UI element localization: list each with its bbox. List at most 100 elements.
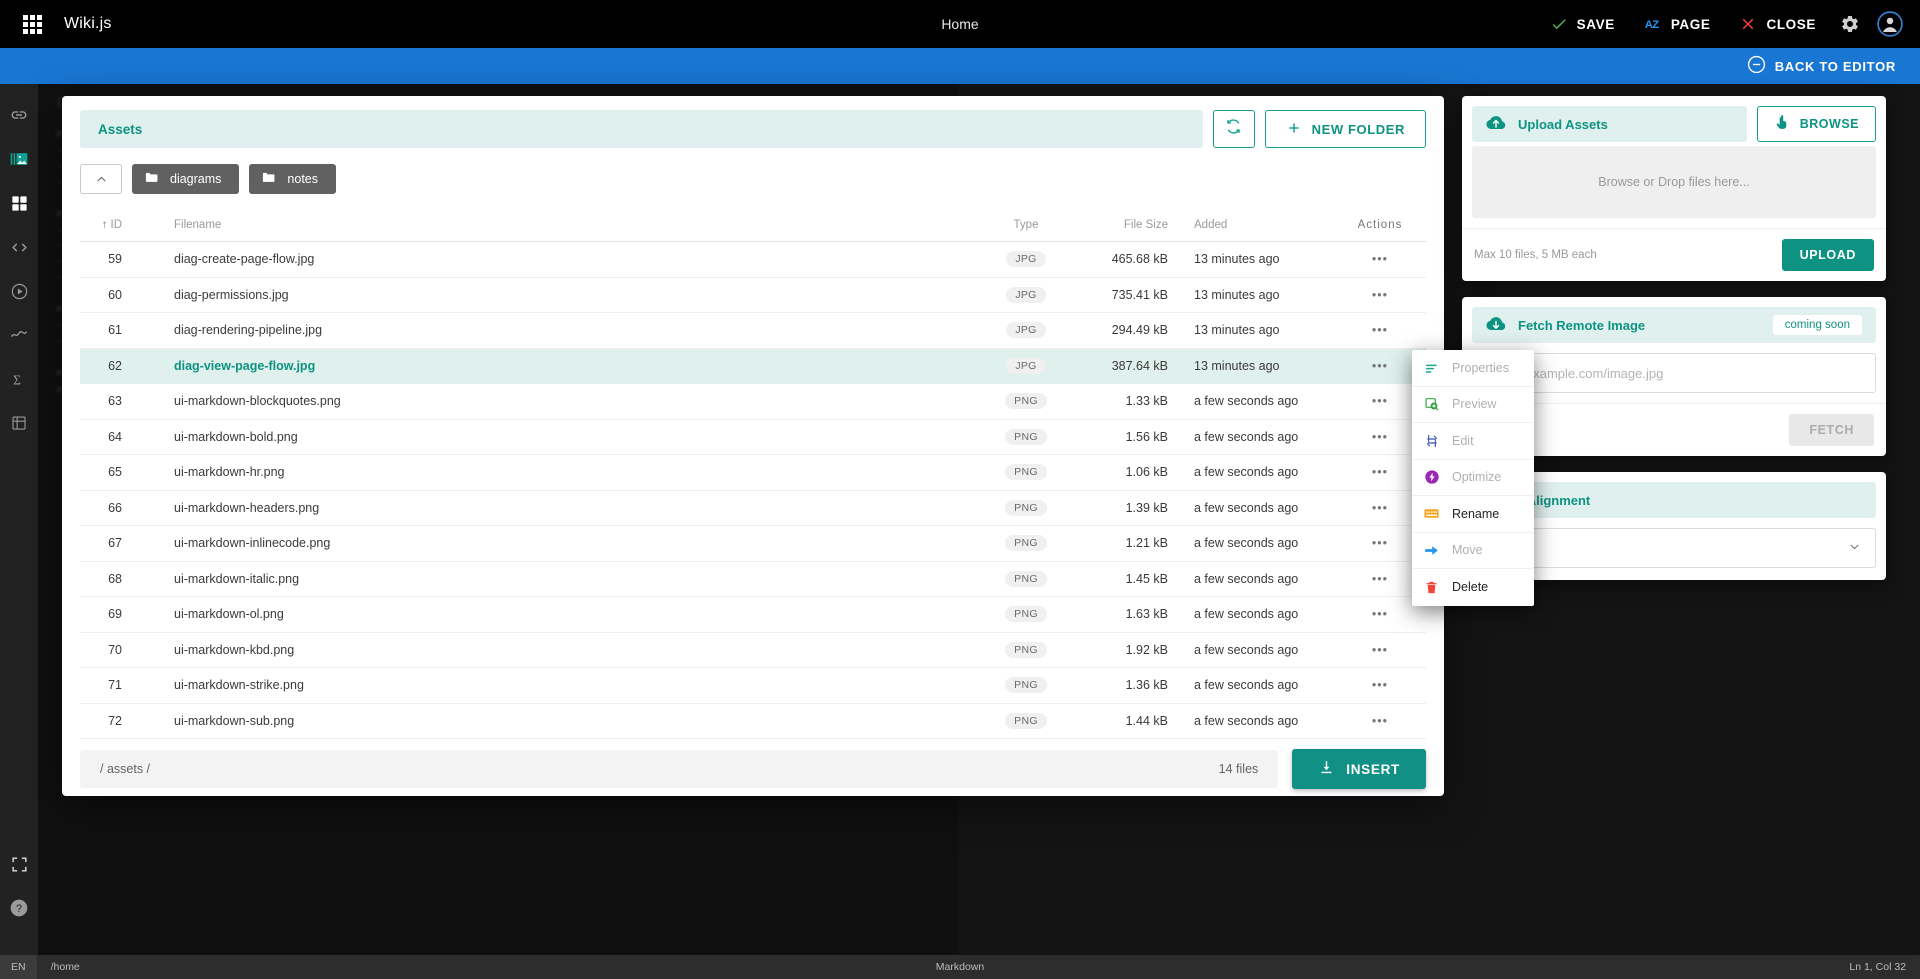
col-filesize[interactable]: File Size	[1072, 219, 1184, 231]
table-row[interactable]: 65 ui-markdown-hr.png PNG 1.06 kB a few …	[80, 455, 1426, 491]
cell-id: 63	[108, 394, 122, 409]
save-button[interactable]: SAVE	[1535, 8, 1629, 40]
upload-button[interactable]: UPLOAD	[1781, 239, 1874, 271]
row-actions-button[interactable]: •••	[1334, 714, 1426, 728]
table-row[interactable]: 66 ui-markdown-headers.png PNG 1.39 kB a…	[80, 491, 1426, 526]
table-row[interactable]: 68 ui-markdown-italic.png PNG 1.45 kB a …	[80, 562, 1426, 597]
account-circle-icon[interactable]	[1870, 4, 1910, 44]
context-menu-item[interactable]: Delete	[1412, 569, 1534, 606]
asset-manager-footer: / assets / 14 files INSERT	[62, 739, 1444, 805]
context-menu-item[interactable]: Optimize	[1412, 460, 1534, 496]
context-menu-label: Move	[1452, 543, 1483, 558]
row-actions-button[interactable]: •••	[1334, 678, 1426, 692]
fetch-button[interactable]: FETCH	[1789, 414, 1874, 446]
context-menu-label: Delete	[1452, 580, 1489, 595]
folder-chip[interactable]: notes	[249, 164, 337, 194]
table-row[interactable]: 70 ui-markdown-kbd.png PNG 1.92 kB a few…	[80, 633, 1426, 668]
cell-added: a few seconds ago	[1194, 607, 1299, 622]
context-menu-item[interactable]: Preview	[1412, 387, 1534, 423]
file-count: 14 files	[1218, 762, 1259, 776]
folder-up-button[interactable]	[80, 164, 122, 194]
type-badge: JPG	[1006, 357, 1046, 374]
insert-button[interactable]: INSERT	[1292, 749, 1426, 789]
video-icon[interactable]	[6, 278, 32, 304]
cell-added: a few seconds ago	[1194, 500, 1299, 515]
row-actions-button[interactable]: •••	[1334, 252, 1426, 266]
apps-grid-icon[interactable]	[14, 6, 50, 42]
link-icon[interactable]	[6, 102, 32, 128]
file-dropzone[interactable]: Browse or Drop files here...	[1472, 146, 1876, 218]
table-row[interactable]: 69 ui-markdown-ol.png PNG 1.63 kB a few …	[80, 597, 1426, 633]
cell-id: 66	[108, 500, 122, 515]
cell-filesize: 1.44 kB	[1125, 713, 1168, 728]
page-properties-button[interactable]: AZ PAGE	[1629, 8, 1725, 40]
table-row[interactable]: 72 ui-markdown-sub.png PNG 1.44 kB a few…	[80, 704, 1426, 739]
table-row[interactable]: 64 ui-markdown-bold.png PNG 1.56 kB a fe…	[80, 420, 1426, 455]
refresh-button[interactable]	[1212, 110, 1255, 148]
cell-id: 65	[108, 465, 122, 480]
cloud-download-icon	[1486, 314, 1506, 337]
table-row[interactable]: 67 ui-markdown-inlinecode.png PNG 1.21 k…	[80, 526, 1426, 562]
cell-filesize: 1.63 kB	[1125, 607, 1168, 622]
row-actions-button[interactable]: •••	[1334, 288, 1426, 302]
top-actions: SAVE AZ PAGE CLOSE	[1535, 4, 1920, 44]
col-type[interactable]: Type	[980, 219, 1072, 231]
close-label: CLOSE	[1766, 16, 1816, 32]
table-row[interactable]: 71 ui-markdown-strike.png PNG 1.36 kB a …	[80, 668, 1426, 704]
svg-text:?: ?	[16, 903, 22, 915]
context-menu-label: Edit	[1452, 433, 1474, 448]
table-icon[interactable]	[6, 410, 32, 436]
table-row[interactable]: 59 diag-create-page-flow.jpg JPG 465.68 …	[80, 242, 1426, 278]
cell-id: 71	[108, 678, 122, 693]
insert-label: INSERT	[1346, 761, 1400, 777]
image-icon[interactable]	[6, 146, 32, 172]
cell-filename: diag-rendering-pipeline.jpg	[174, 323, 323, 338]
cell-id: 59	[108, 252, 122, 267]
col-added[interactable]: Added	[1184, 219, 1334, 231]
table-row[interactable]: 63 ui-markdown-blockquotes.png PNG 1.33 …	[80, 384, 1426, 420]
fetch-title: Fetch Remote Image	[1518, 317, 1646, 333]
upload-title: Upload Assets	[1518, 116, 1608, 132]
blocks-icon[interactable]	[6, 190, 32, 216]
help-icon[interactable]: ?	[6, 895, 32, 921]
table-row[interactable]: 62 diag-view-page-flow.jpg JPG 387.64 kB…	[80, 348, 1426, 384]
download-insert-icon	[1318, 759, 1335, 779]
brand-title[interactable]: Wiki.js	[64, 15, 112, 33]
context-menu-item[interactable]: Edit	[1412, 423, 1534, 460]
close-button[interactable]: CLOSE	[1724, 8, 1830, 40]
type-badge: PNG	[1005, 606, 1047, 623]
upload-limit-hint: Max 10 files, 5 MB each	[1474, 249, 1597, 261]
type-badge: PNG	[1005, 428, 1047, 445]
editor-mode: Markdown	[935, 961, 985, 973]
flash-icon	[1423, 469, 1440, 486]
type-badge: PNG	[1005, 464, 1047, 481]
preview-image-icon	[1423, 396, 1440, 413]
cell-filesize: 1.45 kB	[1125, 571, 1168, 586]
cell-filesize: 1.33 kB	[1125, 394, 1168, 409]
browse-button[interactable]: BROWSE	[1756, 106, 1876, 142]
row-actions-button[interactable]: •••	[1334, 323, 1426, 337]
folder-chip[interactable]: diagrams	[132, 164, 240, 194]
fullscreen-icon[interactable]	[6, 851, 32, 877]
col-filename[interactable]: Filename	[138, 219, 980, 231]
row-actions-button[interactable]: •••	[1334, 607, 1426, 621]
row-actions-button[interactable]: •••	[1334, 643, 1426, 657]
back-to-editor-button[interactable]: BACK TO EDITOR	[1747, 55, 1896, 77]
folder-icon	[144, 170, 159, 188]
context-menu-label: Optimize	[1452, 470, 1502, 485]
col-id[interactable]: ↑ ID	[80, 219, 138, 231]
new-folder-button[interactable]: NEW FOLDER	[1264, 110, 1426, 148]
math-icon[interactable]: Σ	[6, 366, 32, 392]
table-row[interactable]: 60 diag-permissions.jpg JPG 735.41 kB 13…	[80, 278, 1426, 313]
cell-type: PNG	[980, 393, 1072, 410]
table-row[interactable]: 61 diag-rendering-pipeline.jpg JPG 294.4…	[80, 313, 1426, 349]
close-x-icon	[1738, 14, 1758, 34]
gear-icon[interactable]	[1830, 4, 1870, 44]
code-icon[interactable]	[6, 234, 32, 260]
context-menu-item[interactable]: Move	[1412, 533, 1534, 569]
cell-type: JPG	[980, 251, 1072, 268]
assets-title: Assets	[98, 121, 143, 137]
diagram-icon[interactable]	[6, 322, 32, 348]
context-menu-item[interactable]: Rename	[1412, 496, 1534, 533]
context-menu-item[interactable]: Properties	[1412, 350, 1534, 387]
